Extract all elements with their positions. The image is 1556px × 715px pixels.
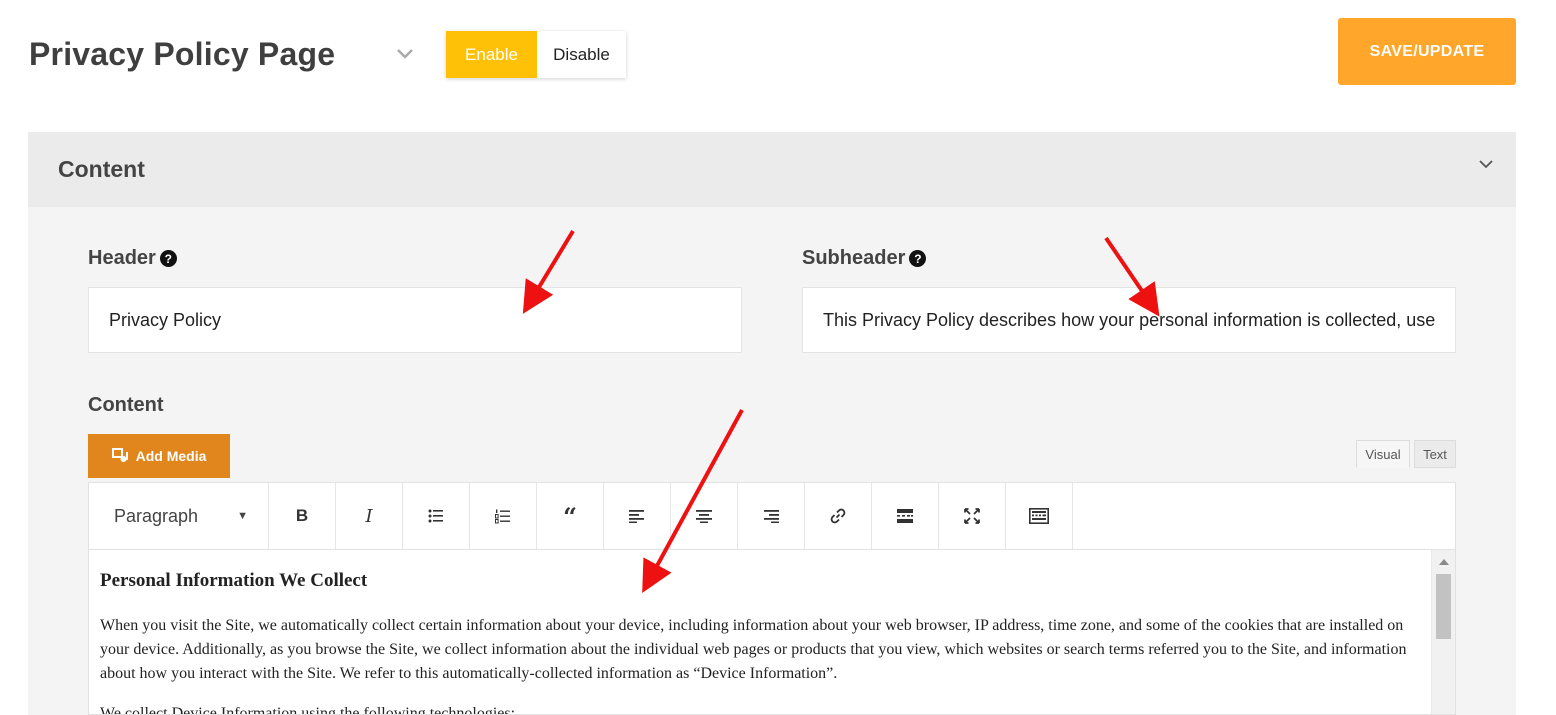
fullscreen-icon (964, 508, 980, 524)
add-media-label: Add Media (135, 448, 207, 464)
align-center-button[interactable] (671, 483, 738, 549)
content-label: Content (88, 394, 164, 417)
format-select[interactable]: Paragraph ▼ (89, 483, 269, 549)
read-more-button[interactable] (872, 483, 939, 549)
tab-visual[interactable]: Visual (1356, 440, 1410, 468)
editor-body: Personal Information We Collect When you… (100, 570, 1420, 715)
enable-disable-toggle: Enable Disable (446, 31, 626, 78)
header-label: Header ? (88, 247, 177, 270)
page-title: Privacy Policy Page (29, 36, 336, 72)
fullscreen-button[interactable] (939, 483, 1006, 549)
numbered-list-icon (495, 509, 510, 523)
scroll-thumb[interactable] (1436, 574, 1451, 639)
editor-toolbar: Paragraph ▼ B I “ (88, 482, 1456, 550)
subheader-input[interactable] (802, 287, 1456, 353)
add-media-icon (111, 448, 128, 462)
bullet-list-icon (428, 509, 443, 523)
enable-button[interactable]: Enable (446, 31, 537, 78)
save-update-button[interactable]: SAVE/UPDATE (1338, 18, 1516, 85)
bold-button[interactable]: B (269, 483, 336, 549)
editor-heading: Personal Information We Collect (100, 570, 368, 591)
align-left-icon (629, 510, 644, 523)
numbered-list-button[interactable] (470, 483, 537, 549)
editor-paragraph: We collect Device Information using the … (100, 705, 516, 715)
blockquote-button[interactable]: “ (537, 483, 604, 549)
subheader-label: Subheader ? (802, 247, 927, 270)
editor-paragraph: When you visit the Site, we automaticall… (100, 617, 1407, 682)
read-more-icon (897, 509, 913, 523)
panel-title: Content (58, 156, 145, 182)
help-icon[interactable]: ? (909, 250, 927, 267)
tab-text[interactable]: Text (1414, 440, 1456, 468)
content-panel-header[interactable]: Content (28, 132, 1516, 207)
header-input[interactable] (88, 287, 742, 353)
add-media-button[interactable]: Add Media (88, 434, 230, 478)
content-editor[interactable]: Personal Information We Collect When you… (88, 550, 1456, 715)
align-center-icon (696, 510, 712, 523)
align-right-button[interactable] (738, 483, 805, 549)
format-select-value: Paragraph (114, 505, 199, 526)
align-right-icon (764, 510, 779, 523)
disable-button[interactable]: Disable (537, 31, 626, 78)
editor-scrollbar[interactable] (1431, 550, 1455, 714)
chevron-down-icon[interactable] (394, 42, 416, 64)
chevron-down-icon[interactable] (1476, 154, 1496, 174)
keyboard-icon (1029, 508, 1049, 524)
header-label-text: Header (88, 247, 156, 269)
bullet-list-button[interactable] (403, 483, 470, 549)
toolbar-toggle-button[interactable] (1006, 483, 1073, 549)
insert-link-button[interactable] (805, 483, 872, 549)
link-icon (830, 508, 846, 524)
italic-button[interactable]: I (336, 483, 403, 549)
help-icon[interactable]: ? (159, 250, 177, 267)
scroll-up-icon[interactable] (1439, 559, 1449, 565)
align-left-button[interactable] (604, 483, 671, 549)
content-label-text: Content (88, 394, 164, 416)
content-panel: Content Header ? Subheader ? Content Add… (28, 132, 1516, 715)
subheader-label-text: Subheader (802, 247, 906, 269)
caret-down-icon: ▼ (237, 510, 248, 522)
